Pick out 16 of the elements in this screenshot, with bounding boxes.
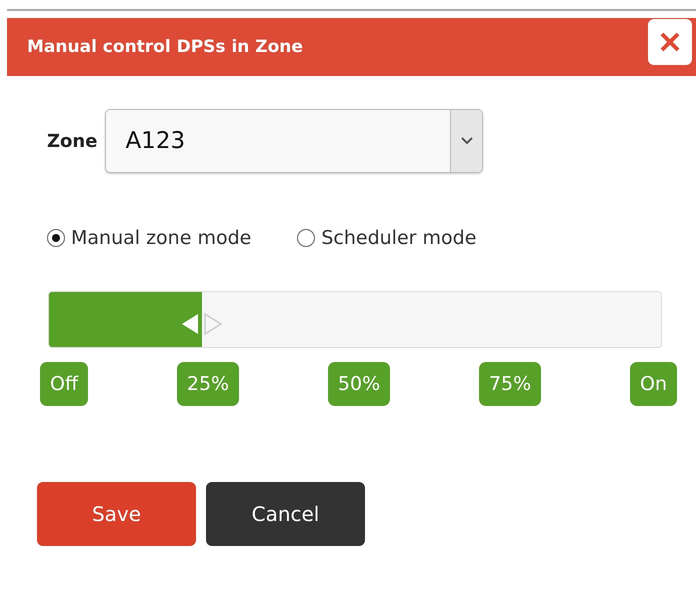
- close-button[interactable]: [648, 19, 692, 65]
- radio-option[interactable]: Scheduler mode: [297, 227, 476, 249]
- save-button[interactable]: Save: [37, 482, 196, 546]
- radio-option[interactable]: Manual zone mode: [47, 227, 252, 249]
- level-button[interactable]: 50%: [328, 362, 390, 406]
- level-button[interactable]: 25%: [176, 362, 240, 406]
- slider-track[interactable]: [48, 291, 662, 348]
- level-button[interactable]: On: [630, 362, 677, 406]
- chevron-down-icon: [460, 137, 473, 145]
- close-icon: [658, 30, 682, 54]
- dialog-title: Manual control DPSs in Zone: [27, 37, 303, 57]
- level-button[interactable]: 75%: [478, 362, 542, 406]
- zone-label: Zone: [47, 130, 98, 152]
- level-button[interactable]: Off: [40, 362, 88, 406]
- cancel-button[interactable]: Cancel: [206, 482, 365, 546]
- zone-select[interactable]: A123: [105, 109, 484, 173]
